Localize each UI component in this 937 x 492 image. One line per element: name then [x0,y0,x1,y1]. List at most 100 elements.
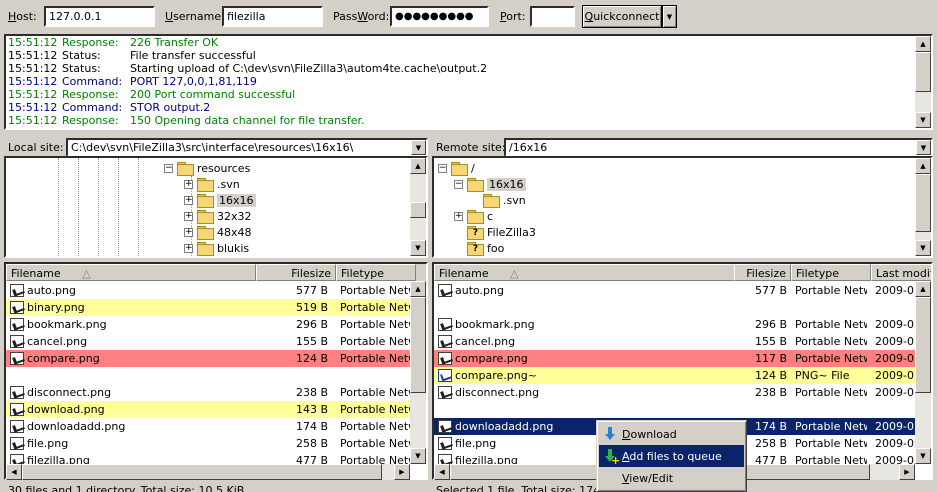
file-row[interactable]: bookmark.png 296 B Portable Network Graphi… [6,316,412,333]
chevron-down-icon[interactable]: ▼ [411,140,426,155]
collapse-icon[interactable]: − [454,179,463,189]
column-filetype[interactable]: Filetype [791,264,871,281]
file-type: PNG~ File [795,369,850,382]
scroll-right-icon[interactable]: ▶ [394,464,410,480]
tree-node[interactable]: − / [438,160,475,176]
column-filesize[interactable]: Filesize [734,264,791,281]
scroll-up-icon[interactable]: ▲ [915,36,931,52]
port-input[interactable] [530,6,575,27]
file-size: 124 B [754,369,787,382]
scroll-left-icon[interactable]: ◀ [6,464,22,480]
password-input[interactable] [390,6,489,27]
scroll-down-icon[interactable]: ▼ [915,448,931,464]
log-type: Status: [62,49,101,62]
file-row[interactable]: disconnect.png 238 B Portable Network Grap… [434,384,925,401]
tree-node[interactable]: − 16x16 [454,176,526,192]
column-filename[interactable]: Filename △ [6,264,256,281]
log-scrollbar[interactable]: ▲ ▼ [915,36,931,128]
local-tree-scrollbar[interactable]: ▲ ▼ [410,158,426,256]
expand-icon[interactable]: + [184,227,193,237]
tree-node[interactable]: +16x16 [184,192,256,208]
file-row[interactable]: downloadadd.png 174 B Portable Network Gra… [6,418,412,435]
png-file-icon [438,318,452,331]
local-site-path[interactable]: C:\dev\svn\FileZilla3\src\interface\reso… [66,138,428,157]
scroll-up-icon[interactable]: ▲ [410,281,426,297]
file-type: Portable Network Graphics [795,386,867,399]
quickconnect-dropdown-button[interactable]: ▼ [662,5,677,28]
file-row[interactable]: disconnect.png 238 B Portable Network Grap… [6,384,412,401]
username-input[interactable] [222,6,323,27]
local-directory-tree[interactable]: − resources + .svn +16x16 +32x32 +48x48 + blukis [4,156,428,258]
local-file-list[interactable]: Filename △ Filesize Filetype auto.png 577… [4,262,428,480]
remote-tree-scrollbar[interactable]: ▲ ▼ [915,158,931,256]
context-menu-item[interactable]: + Add files to queue [599,445,744,467]
tree-node[interactable]: FileZilla3 [454,224,536,240]
scroll-right-icon[interactable]: ▶ [899,464,915,480]
download-icon [602,426,618,442]
tree-node[interactable]: +32x32 [184,208,252,224]
expand-icon[interactable]: + [184,179,193,189]
column-filesize[interactable]: Filesize [256,264,336,281]
scroll-left-icon[interactable]: ◀ [434,464,450,480]
log-time: 15:51:12 [8,75,58,88]
context-menu-item[interactable]: View/Edit [599,467,744,489]
log-scroll-thumb[interactable] [915,52,931,92]
file-row[interactable]: bookmark.png 296 B Portable Network Graphi… [434,316,925,333]
expand-icon[interactable]: + [184,243,193,253]
column-last-modified[interactable]: Last modified [871,264,931,281]
tree-node[interactable]: .svn [470,192,526,208]
scroll-up-icon[interactable]: ▲ [915,281,931,297]
remote-list-scrollbar[interactable]: ▲ ▼ [915,281,931,464]
file-row[interactable]: binary.png 519 B Portable Network Graphics [6,299,412,316]
host-input[interactable] [44,6,155,27]
file-row[interactable]: file.png 258 B Portable Network Graphics [6,435,412,452]
scroll-down-icon[interactable]: ▼ [915,240,931,256]
log-message: 150 Opening data channel for file transf… [130,114,365,127]
file-name-cell: bookmark.png [438,318,732,331]
column-filetype[interactable]: Filetype [336,264,416,281]
remote-directory-tree[interactable]: −/−16x16.svn +cFileZilla3foo [432,156,933,258]
expand-icon[interactable]: + [184,211,193,221]
tree-node[interactable]: + blukis [184,240,249,256]
collapse-icon[interactable]: − [164,163,173,173]
tree-node[interactable]: foo [454,240,504,256]
file-name: cancel.png [27,335,88,348]
remote-list-scroll-thumb[interactable] [915,297,931,393]
file-row[interactable]: auto.png 577 B Portable Network Graphics [6,282,412,299]
scroll-down-icon[interactable]: ▼ [410,240,426,256]
file-name-cell: auto.png [438,284,732,297]
local-list-scroll-thumb[interactable] [410,297,426,393]
scroll-down-icon[interactable]: ▼ [915,112,931,128]
remote-site-path[interactable]: /16x16 ▼ [504,138,933,157]
tree-node[interactable]: − resources [164,160,250,176]
tree-node[interactable]: +48x48 [184,224,252,240]
message-log[interactable]: 15:51:12 Response: 226 Transfer OK 15:51:12… [4,34,933,130]
tree-node[interactable]: + .svn [184,176,240,192]
remote-tree-scroll-thumb[interactable] [915,174,931,232]
tree-node-label: .svn [503,193,526,207]
local-list-hscroll-thumb[interactable] [22,464,382,480]
file-name-cell: disconnect.png [438,386,732,399]
file-type: Portable Network Graphics [795,284,867,297]
local-tree-scroll-thumb[interactable] [410,202,426,218]
chevron-down-icon[interactable]: ▼ [916,140,931,155]
expand-icon[interactable]: + [454,211,463,221]
file-row[interactable]: compare.png 124 B Portable Network Graphic… [6,350,412,367]
scroll-up-icon[interactable]: ▲ [410,158,426,174]
scroll-up-icon[interactable]: ▲ [915,158,931,174]
local-list-scrollbar[interactable]: ▲ ▼ [410,281,426,464]
local-list-hscrollbar[interactable]: ◀ ▶ [6,464,410,480]
file-row[interactable]: cancel.png 155 B Portable Network Graphics… [434,333,925,350]
scroll-down-icon[interactable]: ▼ [410,448,426,464]
context-menu-item[interactable]: Download [599,423,744,445]
file-row[interactable]: cancel.png 155 B Portable Network Graphics [6,333,412,350]
file-row[interactable]: compare.png 117 B Portable Network Graphic… [434,350,925,367]
tree-node[interactable]: + c [454,208,493,224]
collapse-icon[interactable]: − [438,163,447,173]
quickconnect-button[interactable]: Quickconnect [582,5,662,28]
tree-node-label: .svn [217,177,240,191]
file-row[interactable]: auto.png577 BPortable Network Graphics20… [434,282,925,299]
file-row[interactable]: compare.png~ 124 B PNG~ File 2009-03- [434,367,925,384]
expand-icon[interactable]: + [184,195,193,205]
file-row[interactable]: download.png 143 B Portable Network Graphi… [6,401,412,418]
